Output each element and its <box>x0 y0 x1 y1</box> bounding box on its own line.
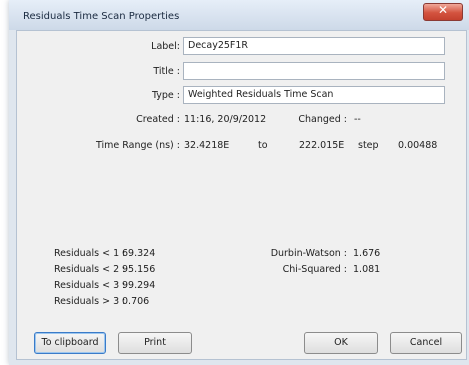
step-value: 0.00488 <box>398 140 438 151</box>
properties-dialog: Residuals Time Scan Properties ✕ Label: … <box>9 0 469 365</box>
type-field-value: Weighted Residuals Time Scan <box>188 89 334 100</box>
residuals-lt1-value: 69.324 <box>122 248 156 259</box>
durbin-watson-caption: Durbin-Watson : <box>270 248 347 259</box>
to-clipboard-label: To clipboard <box>41 337 99 348</box>
ok-label: OK <box>334 337 348 348</box>
residuals-lt3-value: 99.294 <box>122 280 156 291</box>
created-value: 11:16, 20/9/2012 <box>184 114 267 125</box>
created-caption: Created : <box>136 114 180 125</box>
time-from-value: 32.4218E <box>184 140 230 151</box>
label-field-value: Decay25F1R <box>188 40 249 51</box>
residuals-gt3-value: 0.706 <box>122 296 150 307</box>
chi-squared-value: 1.081 <box>353 264 381 275</box>
title-caption: Title : <box>153 66 180 77</box>
to-caption: to <box>258 140 268 151</box>
time-to-value: 222.015E <box>299 140 345 151</box>
changed-caption: Changed : <box>298 114 347 125</box>
dialog-body: Label: Decay25F1R Title : Type : Weighte… <box>16 30 467 360</box>
step-caption: step <box>358 140 379 151</box>
print-button[interactable]: Print <box>118 332 192 354</box>
dialog-title: Residuals Time Scan Properties <box>23 11 180 22</box>
close-button[interactable]: ✕ <box>423 3 463 21</box>
cancel-button[interactable]: Cancel <box>390 332 462 354</box>
residuals-lt3-label: Residuals < 3 : <box>54 280 126 291</box>
title-bar[interactable]: Residuals Time Scan Properties ✕ <box>9 0 469 30</box>
ok-button[interactable]: OK <box>304 332 378 354</box>
cancel-label: Cancel <box>409 337 443 348</box>
to-clipboard-button[interactable]: To clipboard <box>34 332 106 354</box>
chi-squared-caption: Chi-Squared : <box>282 264 347 275</box>
residuals-lt2-label: Residuals < 2 : <box>54 264 126 275</box>
changed-value: -- <box>354 114 361 125</box>
close-icon: ✕ <box>437 3 449 17</box>
label-field[interactable]: Decay25F1R <box>183 37 445 55</box>
residuals-lt2-value: 95.156 <box>122 264 156 275</box>
time-range-caption: Time Range (ns) : <box>95 140 180 151</box>
print-label: Print <box>144 337 166 348</box>
type-caption: Type : <box>151 90 180 101</box>
label-caption: Label: <box>151 41 180 52</box>
title-field[interactable] <box>183 62 445 80</box>
type-field: Weighted Residuals Time Scan <box>183 86 445 104</box>
residuals-gt3-label: Residuals > 3 : <box>54 296 126 307</box>
durbin-watson-value: 1.676 <box>353 248 381 259</box>
residuals-lt1-label: Residuals < 1 : <box>54 248 126 259</box>
